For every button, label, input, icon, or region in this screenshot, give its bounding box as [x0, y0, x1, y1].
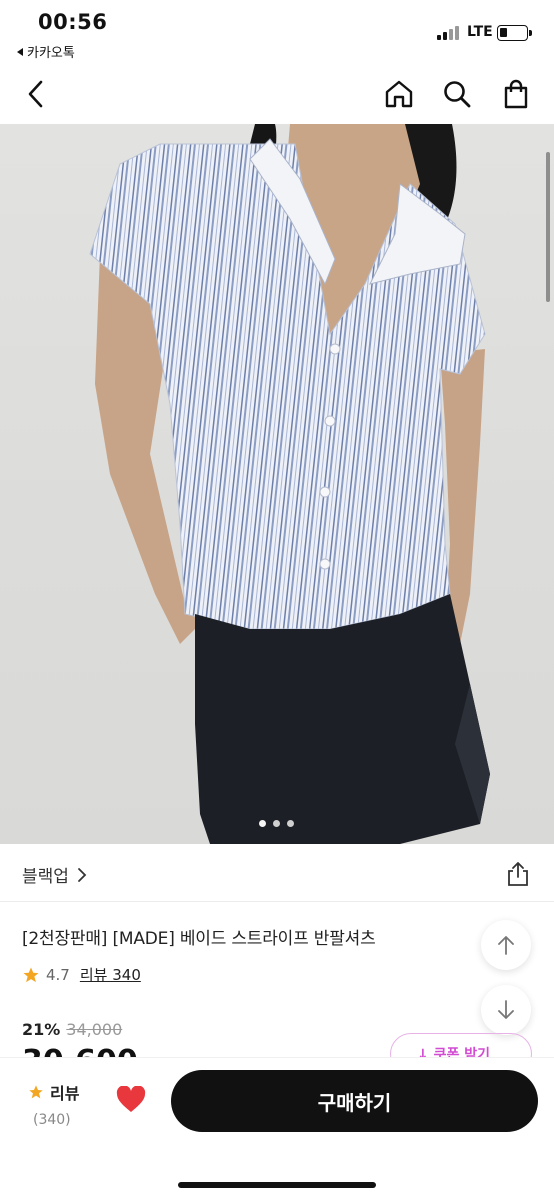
shopping-bag-icon [504, 79, 528, 109]
heart-icon[interactable] [116, 1086, 146, 1114]
back-to-app-link[interactable]: 카카오톡 [17, 42, 75, 61]
battery-icon [497, 25, 532, 41]
back-app-label: 카카오톡 [27, 46, 75, 61]
rating-row: 4.7 리뷰 340 [22, 964, 141, 985]
home-button[interactable] [381, 76, 417, 112]
star-icon [29, 1085, 43, 1099]
product-title: [2천장판매] [MADE] 베이드 스트라이프 반팔셔츠 [22, 929, 376, 949]
cart-button[interactable] [498, 76, 534, 112]
product-image-gallery[interactable] [0, 124, 554, 844]
back-button[interactable] [18, 76, 54, 112]
category-link[interactable]: 블랙업 [22, 862, 87, 887]
gallery-dots [259, 820, 294, 827]
home-indicator [178, 1182, 376, 1188]
buy-button[interactable]: 구매하기 [171, 1070, 538, 1132]
scroll-up-button[interactable] [481, 920, 531, 970]
category-row: 블랙업 [0, 844, 554, 902]
rating-score: 4.7 [46, 965, 70, 984]
chevron-right-icon [78, 867, 87, 882]
status-time: 00:56 [38, 10, 108, 34]
share-icon [508, 862, 528, 886]
back-triangle-icon [17, 48, 23, 56]
bottom-action-bar: 리뷰 (340) 구매하기 [0, 1058, 554, 1200]
gallery-dot[interactable] [273, 820, 280, 827]
gallery-dot[interactable] [287, 820, 294, 827]
top-nav [0, 66, 554, 124]
bottom-review-label: 리뷰 [50, 1084, 80, 1103]
status-bar: 00:56 카카오톡 LTE [0, 0, 554, 66]
search-button[interactable] [439, 76, 475, 112]
discount-rate: 21% [22, 1020, 61, 1039]
chevron-left-icon [28, 80, 43, 108]
bottom-review-button[interactable]: 리뷰 (340) [28, 1080, 79, 1128]
category-label: 블랙업 [22, 867, 69, 887]
original-price: 34,000 [66, 1020, 123, 1039]
review-link[interactable]: 리뷰 340 [80, 964, 141, 985]
share-button[interactable] [502, 858, 534, 890]
product-photo [89, 124, 490, 844]
signal-icon [437, 26, 463, 40]
arrow-up-icon [498, 936, 514, 955]
scroll-down-button[interactable] [481, 985, 531, 1035]
page-scrollbar[interactable] [546, 152, 550, 302]
search-icon [444, 81, 471, 108]
price-row: 21% 34,000 [22, 1020, 122, 1039]
network-type: LTE [467, 24, 493, 40]
home-icon [385, 80, 413, 108]
star-icon [23, 967, 39, 982]
bottom-review-count: (340) [33, 1112, 71, 1128]
gallery-dot[interactable] [259, 820, 266, 827]
arrow-down-icon [498, 1000, 514, 1019]
